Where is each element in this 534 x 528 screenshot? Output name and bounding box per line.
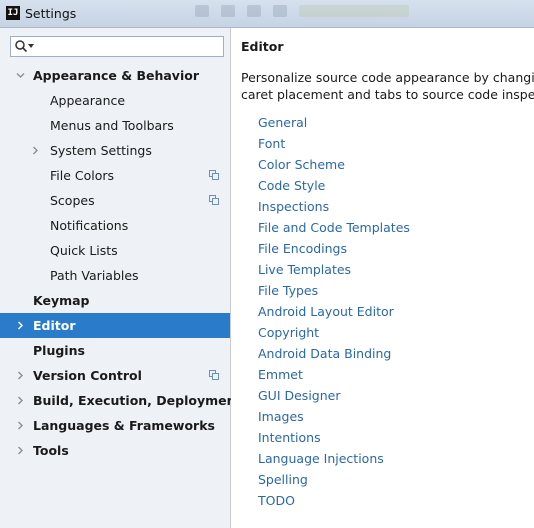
sidebar-item-notifications[interactable]: Notifications [0, 213, 230, 238]
link-general[interactable]: General [258, 112, 410, 133]
chevron-down-icon[interactable] [16, 71, 25, 80]
link-spelling[interactable]: Spelling [258, 469, 410, 490]
sidebar-item-label: Editor [33, 318, 76, 333]
sidebar-item-appearance-behavior[interactable]: Appearance & Behavior [0, 63, 230, 88]
sidebar-item-keymap[interactable]: Keymap [0, 288, 230, 313]
link-inspections[interactable]: Inspections [258, 196, 410, 217]
sidebar-item-label: Build, Execution, Deployment [33, 393, 242, 408]
sidebar-item-label: File Colors [50, 168, 115, 183]
link-code-style[interactable]: Code Style [258, 175, 410, 196]
sidebar-item-plugins[interactable]: Plugins [0, 338, 230, 363]
link-gui-designer[interactable]: GUI Designer [258, 385, 410, 406]
page-description: Personalize source code appearance by ch… [241, 69, 534, 103]
chevron-right-icon[interactable] [16, 421, 25, 430]
link-intentions[interactable]: Intentions [258, 427, 410, 448]
sidebar-item-path-variables[interactable]: Path Variables [0, 263, 230, 288]
settings-window: Appearance & Behavior Appearance Menus and… [0, 28, 534, 528]
subpage-links: General Font Color Scheme Code Style Inspect… [258, 112, 410, 511]
chevron-right-icon[interactable] [16, 446, 25, 455]
title-bar[interactable]: IJ Settings [0, 0, 534, 28]
link-live-templates[interactable]: Live Templates [258, 259, 410, 280]
sidebar-item-label: Keymap [33, 293, 90, 308]
sidebar-item-quick-lists[interactable]: Quick Lists [0, 238, 230, 263]
link-android-layout-editor[interactable]: Android Layout Editor [258, 301, 410, 322]
description-line: caret placement and tabs to source code … [241, 87, 534, 102]
link-file-encodings[interactable]: File Encodings [258, 238, 410, 259]
project-scope-icon [209, 170, 219, 180]
link-language-injections[interactable]: Language Injections [258, 448, 410, 469]
sidebar-item-label: Path Variables [50, 268, 139, 283]
link-font[interactable]: Font [258, 133, 410, 154]
sidebar-item-system-settings[interactable]: System Settings [0, 138, 230, 163]
search-icon[interactable] [14, 39, 36, 54]
project-scope-icon [209, 195, 219, 205]
sidebar-item-label: Version Control [33, 368, 142, 383]
description-line: Personalize source code appearance by ch… [241, 70, 534, 85]
link-todo[interactable]: TODO [258, 490, 410, 511]
chevron-right-icon[interactable] [31, 146, 40, 155]
chevron-right-icon[interactable] [16, 396, 25, 405]
sidebar-item-tools[interactable]: Tools [0, 438, 230, 463]
sidebar-item-scopes[interactable]: Scopes [0, 188, 230, 213]
sidebar-item-label: Menus and Toolbars [50, 118, 174, 133]
sidebar-item-appearance[interactable]: Appearance [0, 88, 230, 113]
content-panel: Editor Personalize source code appearanc… [231, 28, 534, 528]
search-box[interactable] [10, 36, 224, 57]
link-android-data-binding[interactable]: Android Data Binding [258, 343, 410, 364]
sidebar-item-file-colors[interactable]: File Colors [0, 163, 230, 188]
sidebar-item-languages-frameworks[interactable]: Languages & Frameworks [0, 413, 230, 438]
link-color-scheme[interactable]: Color Scheme [258, 154, 410, 175]
sidebar-item-label: Quick Lists [50, 243, 118, 258]
sidebar-item-menus-and-toolbars[interactable]: Menus and Toolbars [0, 113, 230, 138]
chevron-right-icon[interactable] [16, 321, 25, 330]
link-images[interactable]: Images [258, 406, 410, 427]
search-input[interactable] [37, 39, 221, 54]
sidebar-item-label: Plugins [33, 343, 85, 358]
chevron-right-icon[interactable] [16, 371, 25, 380]
window-title: Settings [25, 6, 77, 21]
page-title: Editor [241, 39, 284, 54]
sidebar-item-label: Appearance & Behavior [33, 68, 199, 83]
sidebar-item-version-control[interactable]: Version Control [0, 363, 230, 388]
link-emmet[interactable]: Emmet [258, 364, 410, 385]
sidebar-item-build-execution-deployment[interactable]: Build, Execution, Deployment [0, 388, 241, 413]
background-toolbar-blur [195, 2, 425, 20]
link-file-and-code-templates[interactable]: File and Code Templates [258, 217, 410, 238]
sidebar-item-label: Notifications [50, 218, 129, 233]
link-copyright[interactable]: Copyright [258, 322, 410, 343]
sidebar-item-label: Languages & Frameworks [33, 418, 215, 433]
sidebar-item-label: Tools [33, 443, 69, 458]
settings-tree: Appearance & Behavior Appearance Menus and… [0, 63, 241, 463]
project-scope-icon [209, 370, 219, 380]
link-file-types[interactable]: File Types [258, 280, 410, 301]
settings-sidebar: Appearance & Behavior Appearance Menus and… [0, 28, 241, 528]
sidebar-item-label: Appearance [50, 93, 126, 108]
sidebar-item-editor[interactable]: Editor [0, 313, 230, 338]
intellij-app-icon: IJ [6, 6, 20, 20]
sidebar-item-label: Scopes [50, 193, 95, 208]
sidebar-item-label: System Settings [50, 143, 152, 158]
